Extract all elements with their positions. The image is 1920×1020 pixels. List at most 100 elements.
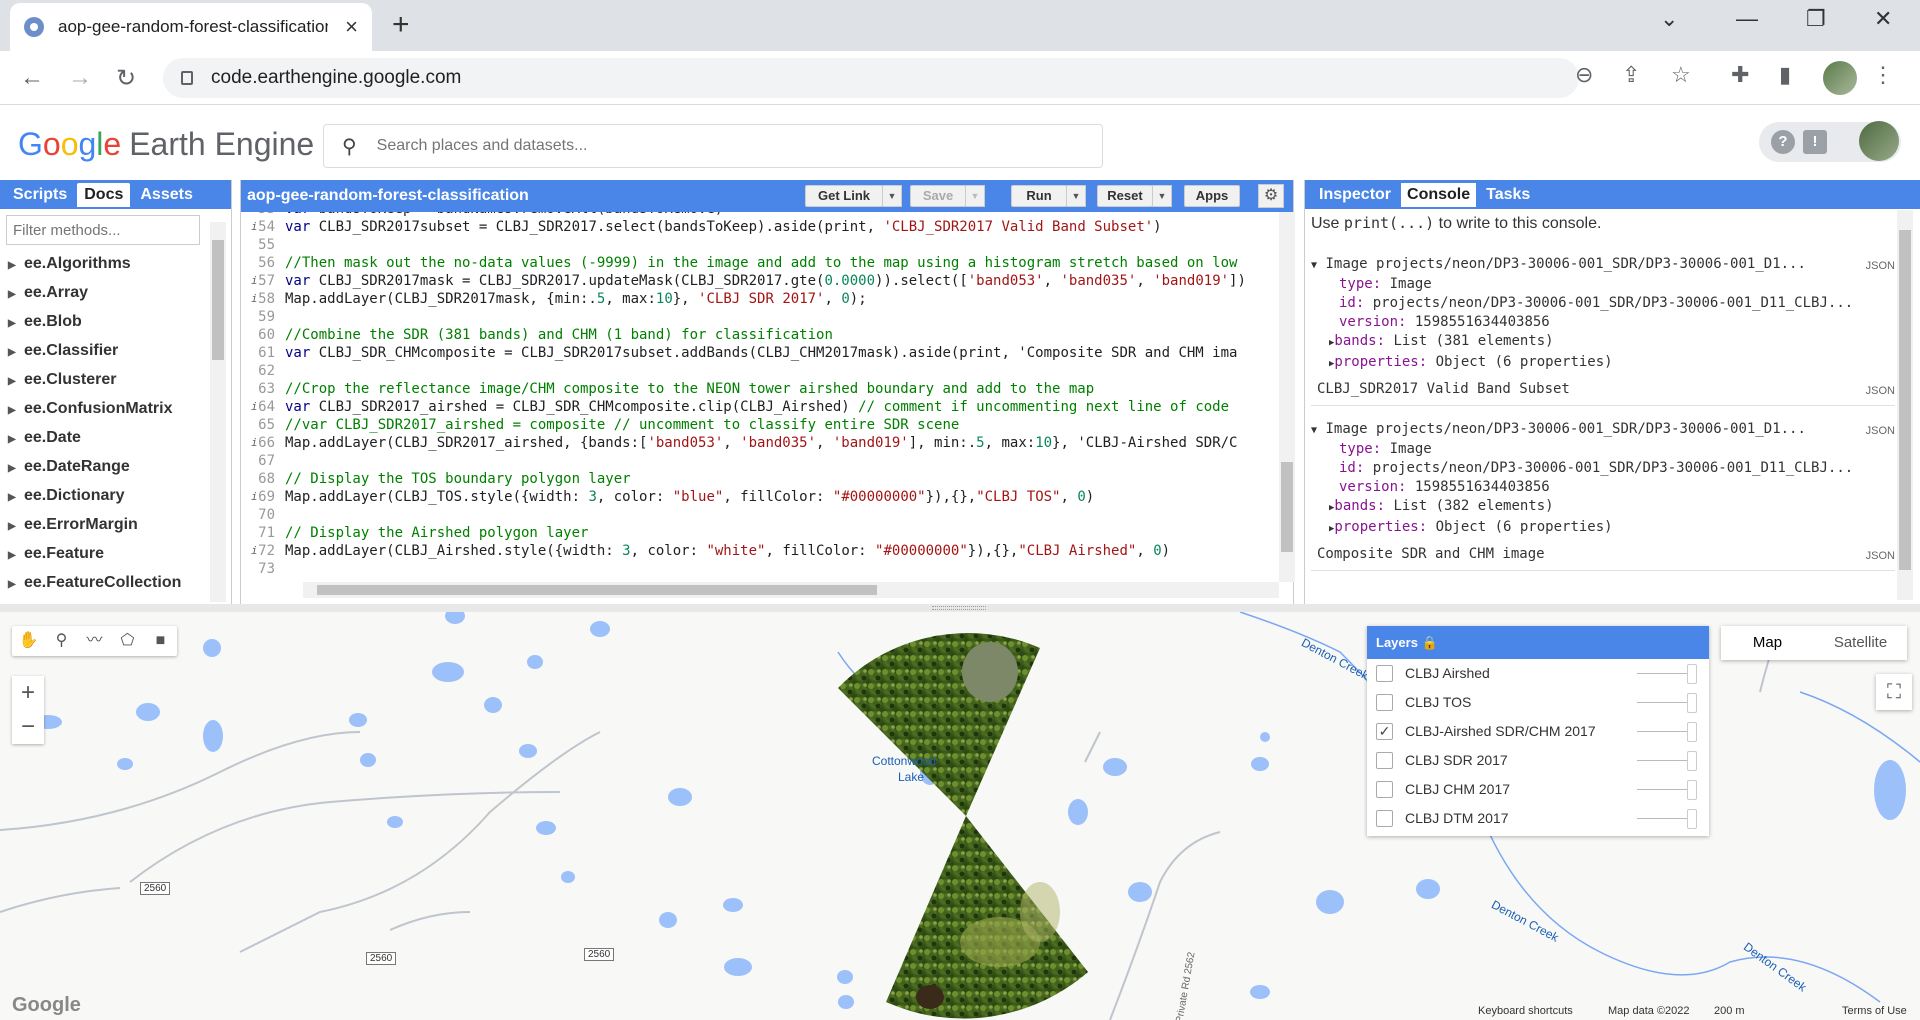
doc-item[interactable]: ▶ ee.Classifier [8,336,231,365]
code-line[interactable]: 67 [241,452,1281,470]
reload-icon[interactable]: ↻ [116,64,136,93]
expand-arrow-icon[interactable]: ▶ [8,454,24,483]
info-icon[interactable]: i [251,218,258,236]
omnibox[interactable]: code.earthengine.google.com [163,58,1579,98]
code-line[interactable]: i 66 Map.addLayer(CLBJ_SDR2017_airshed, {b… [241,434,1281,452]
search-input[interactable] [376,137,1057,155]
layer-checkbox[interactable] [1376,665,1393,682]
profile-avatar[interactable] [1823,61,1857,95]
opacity-slider-knob[interactable] [1687,693,1697,713]
tab-console[interactable]: Console [1401,182,1477,207]
terms-of-use-link[interactable]: Terms of Use [1842,1005,1907,1017]
opacity-slider-knob[interactable] [1687,780,1697,800]
forward-icon[interactable]: → [68,64,92,92]
layer-name[interactable]: CLBJ TOS [1405,694,1471,710]
doc-item[interactable]: ▶ ee.ErrorMargin [8,510,231,539]
collapse-arrow-icon[interactable]: ▼ [1311,425,1317,436]
side-panel-icon[interactable]: ▮ [1779,62,1791,88]
info-icon[interactable]: i [251,398,258,416]
draw-polygon-icon[interactable]: ⬠ [111,626,144,656]
layer-checkbox[interactable]: ✓ [1376,723,1393,740]
entry-bands[interactable]: List (381 elements) [1393,333,1553,349]
save-button[interactable]: Save [910,185,966,207]
doc-item[interactable]: ▶ ee.Feature [8,539,231,568]
tab-search-icon[interactable]: ⌄ [1660,6,1678,32]
get-link-dropdown-icon[interactable]: ▼ [882,185,902,207]
filter-methods-input[interactable] [6,215,200,245]
expand-arrow-icon[interactable]: ▶ [8,338,24,367]
expand-arrow-icon[interactable]: ▶ [8,251,24,280]
collapse-arrow-icon[interactable]: ▼ [1311,260,1317,271]
info-icon[interactable]: i [251,542,258,560]
editor-vertical-scrollbar[interactable] [1279,212,1295,582]
doc-item[interactable]: ▶ ee.DateRange [8,452,231,481]
run-dropdown-icon[interactable]: ▼ [1066,185,1086,207]
lock-icon[interactable]: 🔒 [1422,635,1438,650]
map-type-satellite-button[interactable]: Satellite [1814,626,1907,660]
expand-arrow-icon[interactable]: ▶ [8,425,24,454]
layer-checkbox[interactable] [1376,810,1393,827]
feedback-icon[interactable]: ! [1803,130,1827,154]
json-toggle[interactable]: JSON [1866,382,1895,401]
account-avatar[interactable] [1859,121,1899,161]
layer-checkbox[interactable] [1376,752,1393,769]
entry-header[interactable]: Image projects/neon/DP3-30006-001_SDR/DP… [1325,421,1805,437]
zoom-in-button[interactable]: + [12,676,44,710]
expand-arrow-icon[interactable]: ▶ [8,541,24,570]
settings-gear-icon[interactable]: ⚙ [1258,184,1284,208]
help-icon[interactable]: ? [1771,130,1795,154]
run-button[interactable]: Run [1011,185,1067,207]
code-line[interactable]: 73 [241,560,1281,578]
map-type-map-button[interactable]: Map [1721,626,1814,660]
minimize-icon[interactable]: — [1736,6,1758,32]
layer-checkbox[interactable] [1376,694,1393,711]
code-line[interactable]: 59 [241,308,1281,326]
expand-arrow-icon[interactable]: ▶ [8,483,24,512]
docs-scrollbar[interactable] [210,222,226,602]
opacity-slider-knob[interactable] [1687,722,1697,742]
entry-header[interactable]: Image projects/neon/DP3-30006-001_SDR/DP… [1325,256,1805,272]
share-icon[interactable]: ⇪ [1622,62,1640,88]
doc-item[interactable]: ▶ ee.Dictionary [8,481,231,510]
expand-arrow-icon[interactable]: ▶ [8,570,24,599]
code-line[interactable]: 70 [241,506,1281,524]
doc-item[interactable]: ▶ ee.FeatureCollection [8,568,231,597]
layer-name[interactable]: CLBJ SDR 2017 [1405,752,1508,768]
info-icon[interactable]: i [251,488,258,506]
code-line[interactable]: i 58 Map.addLayer(CLBJ_SDR2017mask, {min:.… [241,290,1281,308]
info-icon[interactable]: i [251,290,258,308]
info-icon[interactable]: i [251,434,258,452]
console-scrollbar[interactable] [1897,210,1913,600]
layers-header[interactable]: Layers 🔒 [1367,626,1709,659]
code-line[interactable]: i 57 var CLBJ_SDR2017mask = CLBJ_SDR2017.u… [241,272,1281,290]
doc-item[interactable]: ▶ ee.Date [8,423,231,452]
layer-name[interactable]: CLBJ CHM 2017 [1405,781,1510,797]
map-view[interactable]: Cottonwood Lake Denton Creek Denton Cree… [0,612,1920,1020]
zoom-out-button[interactable]: − [12,710,44,744]
code-line[interactable]: 60//Combine the SDR (381 bands) and CHM … [241,326,1281,344]
reset-button[interactable]: Reset [1097,185,1153,207]
draw-line-icon[interactable]: 〰 [78,626,111,656]
entry-properties[interactable]: Object (6 properties) [1436,354,1613,370]
code-line[interactable]: i 69 Map.addLayer(CLBJ_TOS.style({width: 3… [241,488,1281,506]
tab-docs[interactable]: Docs [77,182,131,207]
google-earth-engine-logo[interactable]: Google Earth Engine [18,126,314,163]
fullscreen-icon[interactable]: ⛶ [1876,674,1912,710]
apps-button[interactable]: Apps [1184,185,1240,207]
expand-arrow-icon[interactable]: ▶ [8,309,24,338]
entry-bands[interactable]: List (382 elements) [1393,498,1553,514]
layer-name[interactable]: CLBJ Airshed [1405,665,1490,681]
tab-tasks[interactable]: Tasks [1480,183,1536,207]
doc-item[interactable]: ▶ ee.Algorithms [8,249,231,278]
close-tab-icon[interactable]: × [345,14,358,40]
doc-item[interactable]: ▶ ee.Blob [8,307,231,336]
expand-arrow-icon[interactable]: ▶ [8,512,24,541]
extensions-icon[interactable]: ✚ [1731,62,1749,88]
zoom-icon[interactable]: ⊖ [1575,62,1593,88]
close-window-icon[interactable]: ✕ [1874,6,1892,32]
opacity-slider-knob[interactable] [1687,809,1697,829]
info-icon[interactable]: i [251,272,258,290]
editor-horizontal-scrollbar[interactable] [303,582,1279,598]
tab-inspector[interactable]: Inspector [1313,183,1397,207]
json-toggle[interactable]: JSON [1866,422,1895,441]
